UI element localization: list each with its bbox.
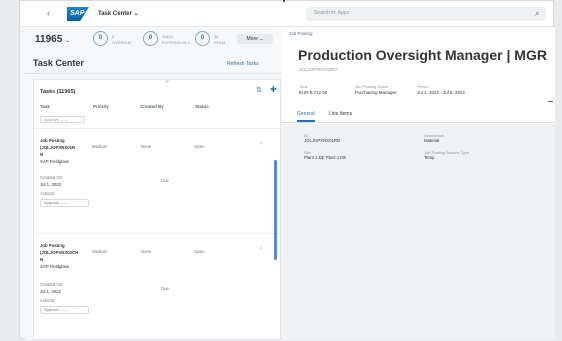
field-value: Temp — [424, 155, 435, 160]
task-id-suffix: N — [40, 257, 44, 262]
scrollbar[interactable] — [274, 160, 277, 260]
field-value: Plant 1 DE Plant 1 DE — [304, 155, 347, 160]
due-label: Due — [161, 178, 169, 183]
cursor-marker — [283, 0, 285, 2]
kpi-expiring-label: EXPIRING IN 4... — [162, 40, 193, 45]
shell-bar: ‹ SAP Task Center ⌄ Search in: Apps ⌕ — [20, 1, 553, 27]
search-icon[interactable]: ⌕ — [535, 8, 540, 19]
action-select[interactable]: Approve ⌄ ⌄ — [40, 116, 85, 123]
search-input[interactable]: Search in: Apps ⌕ — [306, 7, 546, 21]
table-header: Task Priority Created By Status — [40, 104, 276, 112]
chevron-down-icon: ⌄ — [65, 38, 71, 44]
breadcrumb[interactable]: Job Posting — [289, 31, 313, 36]
divider — [25, 73, 281, 74]
task-source: SAP Fieldglass — [40, 159, 70, 164]
attribute-value: Jul 1, 2022 - Jul 8, 2022 — [417, 90, 466, 95]
due-label: Due — [161, 286, 169, 291]
field-value: Material — [424, 138, 440, 143]
tasks-table-card: ⌄ Tasks (11965) ⇅ ✚ Task Priority Create… — [33, 79, 281, 340]
collapse-handle-icon[interactable]: ⌄ — [165, 80, 170, 84]
app-title-menu[interactable]: Task Center ⌄ — [98, 10, 139, 17]
created-on-value: Jul 1, 2022 — [40, 182, 62, 187]
task-source: SAP Fieldglass — [40, 264, 70, 269]
object-title: Production Oversight Manager | MGR — [298, 47, 547, 63]
add-icon[interactable]: ✚ — [270, 85, 277, 94]
more-button[interactable]: More ⌄ — [237, 34, 273, 44]
field-value: JOLJOPXNX01RN — [304, 138, 341, 143]
task-status: Open — [194, 144, 205, 149]
object-subtitle: JOLJOPXNX01RN — [299, 67, 337, 72]
kpi-spam-label: SPAM — [214, 40, 226, 45]
attribute-value: Purchasing Manager — [355, 90, 397, 95]
kpi-overdue-icon: 0 — [93, 31, 108, 46]
created-on-label: Created On: — [40, 175, 64, 180]
task-status: Open — [194, 249, 205, 254]
field-service-type: Job Posting Service Type Temp — [424, 150, 469, 161]
column-task[interactable]: Task — [40, 104, 50, 109]
header-attribute-total: Total EUR 5,712.00 — [299, 84, 327, 96]
task-title: Job Posting — [40, 138, 65, 143]
chevron-left-icon[interactable]: ‹ — [47, 8, 50, 18]
created-on-label: Created On: — [40, 282, 64, 287]
created-on-value: Jul 1, 2022 — [40, 289, 62, 294]
tab-general[interactable]: General — [297, 111, 315, 122]
chevron-right-icon[interactable]: › — [260, 141, 262, 147]
total-task-count[interactable]: 11965 ⌄ — [35, 34, 70, 45]
task-id: (JOLJOPXNX01R — [40, 145, 76, 150]
header-attribute-owner: Job Posting Owner Purchasing Manager — [355, 84, 397, 96]
tab-bar: General Line Items — [282, 107, 555, 123]
field-description: Description Material — [424, 133, 444, 144]
attribute-value: EUR 5,712.00 — [299, 90, 328, 95]
tasks-heading: Tasks (11965) — [40, 89, 76, 95]
general-section: ID JOLJOPXNX01RN Site Plant 1 DE Plant 1… — [282, 124, 555, 340]
detail-panel: Job Posting Production Oversight Manager… — [282, 27, 555, 340]
page-title: Task Center — [33, 58, 84, 68]
search-placeholder: Search in: Apps — [314, 10, 350, 16]
kpi-expiring-value: 11824 — [162, 34, 173, 39]
column-created-by[interactable]: Created By — [140, 104, 164, 109]
sort-icon[interactable]: ⇅ — [256, 86, 262, 94]
action-select[interactable]: Approve ⌄ ⌄ — [40, 199, 89, 207]
table-row[interactable]: Job Posting (JOLJOPXNX02CH N SAP Fieldgl… — [34, 233, 280, 339]
kpi-overdue-value: 0 — [112, 34, 115, 39]
header-attribute-period: Period Jul 1, 2022 - Jul 8, 2022 — [417, 84, 465, 96]
task-created-by: None — [141, 144, 152, 149]
actions-label: Actions: — [40, 298, 56, 303]
refresh-tasks-link[interactable]: Refresh Tasks — [227, 61, 259, 67]
task-list-panel: 11965 ⌄ 0 0 OVERDUE 0 11824 EXPIRING IN … — [25, 27, 287, 340]
actions-label: Actions: — [40, 191, 56, 196]
action-select[interactable]: Approve ⌄ ⌄ — [40, 306, 89, 314]
kpi-spam-icon: 0 — [195, 31, 210, 46]
sap-logo[interactable]: SAP — [67, 7, 89, 21]
column-priority[interactable]: Priority — [93, 104, 109, 109]
field-id: ID JOLJOPXNX01RN — [304, 133, 340, 144]
column-status[interactable]: Status — [195, 104, 209, 109]
task-id: (JOLJOPXNX02CH — [40, 250, 79, 255]
expand-header-icon[interactable] — [548, 101, 553, 102]
task-priority: Medium — [92, 144, 108, 149]
total-count-value: 11965 — [35, 34, 63, 45]
app-window: ‹ SAP Task Center ⌄ Search in: Apps ⌕ 11… — [19, 0, 555, 340]
kpi-expiring-icon: 0 — [143, 31, 158, 46]
field-site: Site Plant 1 DE Plant 1 DE — [304, 150, 346, 161]
task-title: Job Posting — [40, 243, 65, 248]
task-priority: Medium — [92, 249, 108, 254]
kpi-overdue-label: OVERDUE — [112, 40, 132, 45]
chevron-right-icon[interactable]: › — [260, 246, 262, 252]
tab-line-items[interactable]: Line Items — [329, 111, 352, 117]
task-id-suffix: N — [40, 152, 44, 157]
kpi-spam-value: 16 — [214, 34, 219, 39]
table-row[interactable]: Job Posting (JOLJOPXNX01R N SAP Fieldgla… — [34, 128, 280, 232]
task-created-by: None — [141, 249, 152, 254]
